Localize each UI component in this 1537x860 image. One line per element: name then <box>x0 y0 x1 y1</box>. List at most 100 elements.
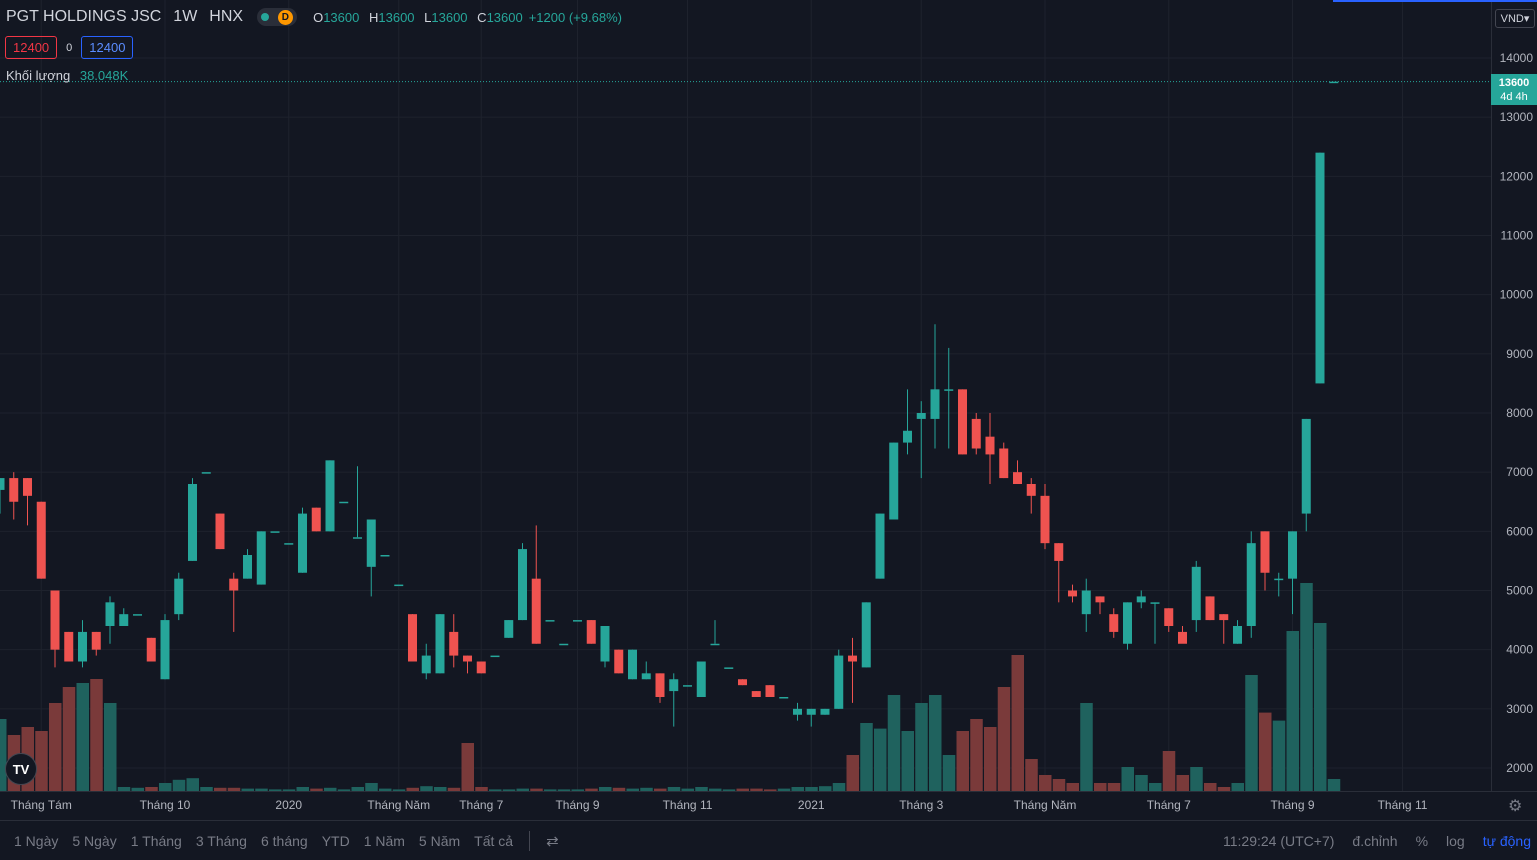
volume-bar <box>310 788 323 791</box>
volume-bar <box>1245 675 1258 791</box>
volume-bar <box>571 789 584 791</box>
candle-body <box>23 478 32 496</box>
time-tick-label: 2021 <box>798 798 825 812</box>
volume-bar <box>1272 720 1286 791</box>
volume-bar <box>49 703 62 791</box>
price-chart[interactable]: 2000 3000 4000 5000 6000 7000 8000 9000 10000 110… <box>0 0 1537 820</box>
clock-timezone[interactable]: 11:29:24 (UTC+7) <box>1223 833 1334 849</box>
candle-body <box>696 661 706 697</box>
range-all[interactable]: Tất cả <box>474 833 513 849</box>
high-label: H <box>368 9 379 25</box>
close-value: 13600 <box>486 9 523 25</box>
candle-body <box>36 501 46 579</box>
candle-body <box>91 631 101 650</box>
candle-body <box>518 549 527 621</box>
volume-bar <box>117 787 131 791</box>
scale-controls: 11:29:24 (UTC+7) đ.chỉnh % log tự động <box>1223 821 1531 860</box>
volume-bar <box>1286 631 1299 791</box>
delay-badge: D <box>277 9 293 25</box>
volume-bar <box>461 743 474 791</box>
volume-bar <box>695 787 708 791</box>
close-label: C <box>477 9 487 25</box>
volume-bar <box>489 789 502 791</box>
candle-body <box>1246 543 1256 626</box>
price-tick-label: 14000 <box>1500 51 1534 65</box>
candle-body <box>1274 578 1284 581</box>
volume-bar <box>599 787 612 791</box>
low-value: 13600 <box>431 9 468 25</box>
tradingview-logo[interactable]: TV <box>5 753 37 785</box>
time-tick-label: Tháng 11 <box>663 798 713 812</box>
volume-bar <box>1149 783 1162 791</box>
candle-body <box>256 531 266 585</box>
candle-body <box>1288 531 1297 579</box>
range-5-days[interactable]: 5 Ngày <box>72 833 116 849</box>
market-status-pill[interactable]: D <box>257 8 298 26</box>
accent-bar <box>1333 0 1537 2</box>
time-tick-label: Tháng 11 <box>1378 798 1428 812</box>
volume-bar <box>557 789 571 791</box>
volume-bar <box>750 788 763 791</box>
candle-body <box>435 614 445 674</box>
volume-label[interactable]: Khối lượng <box>6 68 70 83</box>
range-ytd[interactable]: YTD <box>322 833 350 849</box>
volume-bar <box>1217 787 1231 791</box>
volume-bar <box>929 695 942 791</box>
candle-body <box>1095 596 1105 603</box>
volume-bar <box>722 789 736 791</box>
auto-scale-toggle[interactable]: tự động <box>1483 833 1531 849</box>
calendar-range-icon[interactable]: ⇄ <box>546 832 559 850</box>
range-6-months[interactable]: 6 tháng <box>261 833 308 849</box>
volume-bar <box>1107 783 1121 791</box>
candle-body <box>710 643 720 646</box>
open-label: O <box>313 9 324 25</box>
candle-body <box>573 620 582 622</box>
volume-bar <box>1300 583 1313 791</box>
volume-bar <box>544 789 557 791</box>
candle-body <box>669 679 679 692</box>
range-1-year[interactable]: 1 Năm <box>364 833 405 849</box>
candle-body <box>806 708 816 715</box>
volume-bar <box>709 788 722 791</box>
buy-price-button[interactable]: 12400 <box>81 36 134 59</box>
candle-body <box>1233 626 1242 644</box>
volume-bar <box>420 786 433 791</box>
candle-body <box>1164 608 1174 626</box>
time-tick-label: Tháng Năm <box>1014 798 1077 812</box>
last-price-value: 13600 <box>1498 77 1530 89</box>
candle-body <box>298 513 307 573</box>
log-scale-toggle[interactable]: log <box>1446 833 1465 849</box>
candle-body <box>490 655 500 658</box>
volume-bar <box>1052 779 1066 791</box>
currency-selector[interactable]: VND ▾ <box>1495 9 1535 28</box>
candle-body <box>311 507 321 532</box>
time-tick-label: 2020 <box>275 798 302 812</box>
symbol-name[interactable]: PGT HOLDINGS JSC <box>6 8 161 26</box>
candle-body <box>793 708 802 715</box>
range-1-day[interactable]: 1 Ngày <box>14 833 58 849</box>
volume-bar <box>145 787 158 791</box>
candle-body <box>449 631 459 656</box>
volume-bar <box>901 731 914 791</box>
range-3-months[interactable]: 3 Tháng <box>196 833 247 849</box>
toolbar-divider <box>529 830 531 851</box>
time-tick-label: Tháng 3 <box>899 798 943 812</box>
gear-icon[interactable]: ⚙ <box>1508 796 1522 816</box>
volume-bar <box>1231 783 1244 791</box>
open-value: 13600 <box>323 9 360 25</box>
volume-bar <box>915 703 928 791</box>
candle-body <box>408 614 417 662</box>
range-1-month[interactable]: 1 Tháng <box>131 833 182 849</box>
volume-bar <box>612 787 626 791</box>
range-5-years[interactable]: 5 Năm <box>419 833 460 849</box>
sell-price-button[interactable]: 12400 <box>5 36 58 59</box>
candle-body <box>160 620 170 680</box>
volume-bar <box>1135 775 1148 791</box>
adjust-toggle[interactable]: đ.chỉnh <box>1352 833 1397 849</box>
exchange-label[interactable]: HNX <box>209 8 243 26</box>
volume-bar <box>131 787 144 791</box>
percent-scale-toggle[interactable]: % <box>1416 833 1428 849</box>
candle-body <box>999 448 1009 479</box>
candle-body <box>1178 631 1187 644</box>
interval-label[interactable]: 1W <box>173 8 197 26</box>
